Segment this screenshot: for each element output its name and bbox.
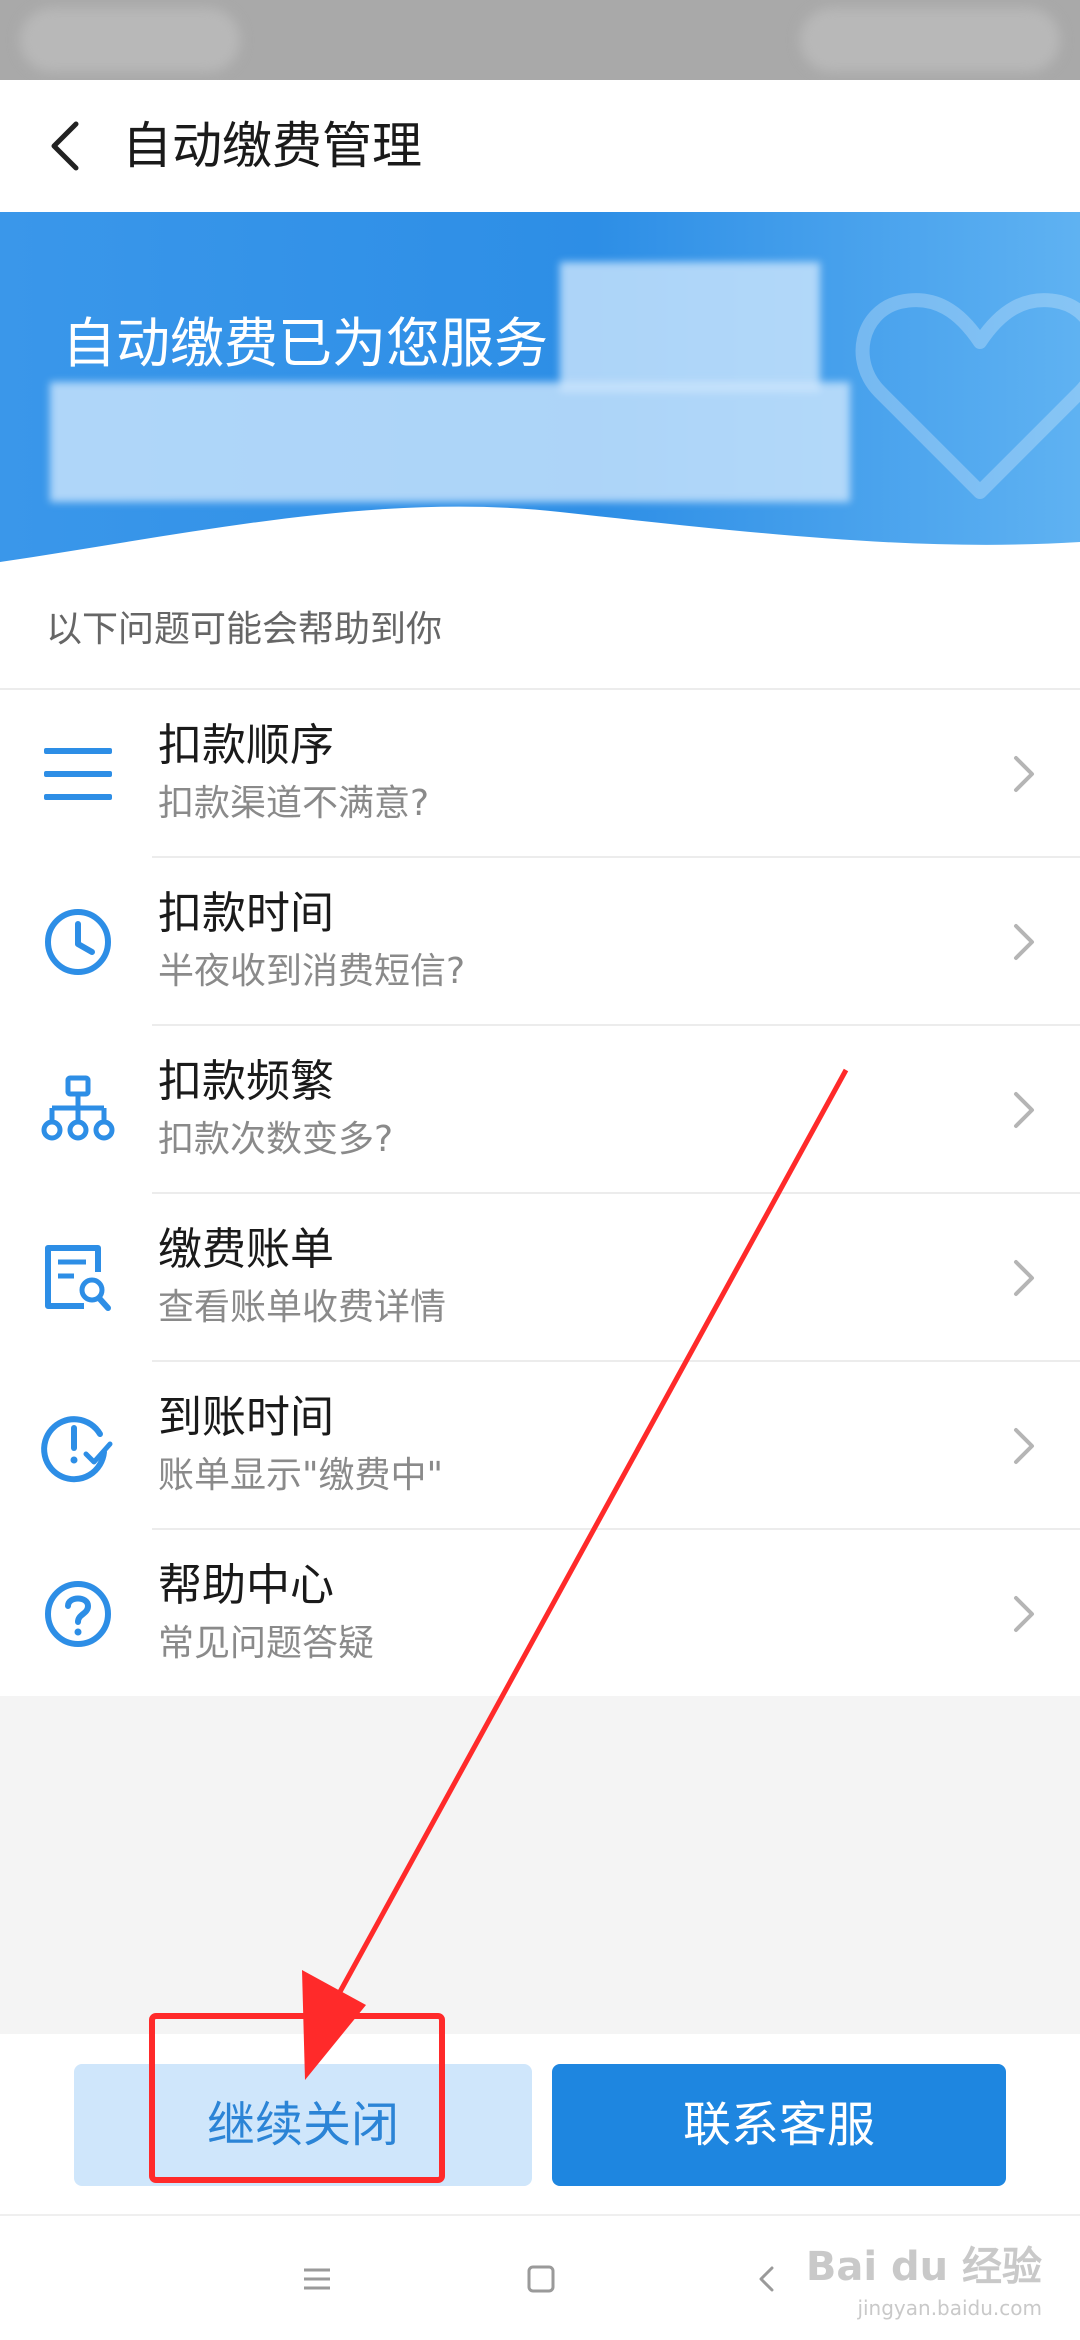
banner-wave xyxy=(0,506,1080,580)
menu-button[interactable] xyxy=(294,2256,340,2302)
list-item-subtitle: 查看账单收费详情 xyxy=(158,1287,447,1328)
question-icon xyxy=(38,1574,118,1654)
content-background xyxy=(0,1696,1080,2034)
page-title: 自动缴费管理 xyxy=(122,117,422,175)
watermark-url: jingyan.baidu.com xyxy=(857,2296,1042,2320)
action-bar: 继续关闭 联系客服 xyxy=(0,2034,1080,2214)
contact-service-button[interactable]: 联系客服 xyxy=(552,2064,1006,2186)
help-list: 扣款顺序 扣款渠道不满意? 扣款时间 半夜收到消费短信? 扣款频繁 扣款次数变多… xyxy=(0,690,1080,1698)
chevron-right-icon xyxy=(996,746,1052,802)
menu-icon xyxy=(304,2268,330,2290)
chevron-left-icon xyxy=(759,2266,774,2292)
service-banner: 自动缴费已为您服务 xyxy=(0,212,1080,580)
list-item-subtitle: 扣款次数变多? xyxy=(158,1119,394,1160)
list-item-deduction-time[interactable]: 扣款时间 半夜收到消费短信? xyxy=(0,858,1080,1026)
watermark-logo: Bai du 经验 xyxy=(805,2244,1042,2290)
list-item-title: 帮助中心 xyxy=(158,1560,334,1611)
chevron-right-icon xyxy=(996,1418,1052,1474)
list-item-arrival-time[interactable]: 到账时间 账单显示"缴费中" xyxy=(0,1362,1080,1530)
list-item-subtitle: 常见问题答疑 xyxy=(158,1623,375,1664)
chevron-left-icon xyxy=(51,121,79,171)
chevron-right-icon xyxy=(996,1586,1052,1642)
bill-search-icon xyxy=(38,1238,118,1318)
list-item-title: 扣款时间 xyxy=(158,888,334,939)
nav-bar: 自动缴费管理 xyxy=(0,80,1080,212)
clock-check-icon xyxy=(38,1406,118,1486)
list-item-payment-bill[interactable]: 缴费账单 查看账单收费详情 xyxy=(0,1194,1080,1362)
list-item-subtitle: 半夜收到消费短信? xyxy=(158,951,466,992)
list-item-title: 缴费账单 xyxy=(158,1224,334,1275)
list-item-deduction-order[interactable]: 扣款顺序 扣款渠道不满意? xyxy=(0,690,1080,858)
list-item-help-center[interactable]: 帮助中心 常见问题答疑 xyxy=(0,1530,1080,1698)
clock-icon xyxy=(38,902,118,982)
chevron-right-icon xyxy=(996,1250,1052,1306)
help-label: 以下问题可能会帮助到你 xyxy=(46,609,443,650)
list-item-subtitle: 扣款渠道不满意? xyxy=(158,783,430,824)
list-item-title: 扣款顺序 xyxy=(158,720,334,771)
status-bar xyxy=(0,0,1080,80)
system-back-button[interactable] xyxy=(744,2256,790,2302)
status-bar-blur xyxy=(800,8,1060,72)
list-item-frequent-deduction[interactable]: 扣款频繁 扣款次数变多? xyxy=(0,1026,1080,1194)
list-item-title: 扣款频繁 xyxy=(158,1056,334,1107)
status-bar-blur xyxy=(20,8,240,72)
back-button[interactable] xyxy=(28,106,108,186)
square-icon xyxy=(527,2265,555,2293)
list-icon xyxy=(38,734,118,814)
list-item-subtitle: 账单显示"缴费中" xyxy=(158,1455,444,1496)
system-nav-bar: Bai du 经验 jingyan.baidu.com xyxy=(0,2214,1080,2340)
chevron-right-icon xyxy=(996,914,1052,970)
hierarchy-icon xyxy=(38,1070,118,1150)
home-button[interactable] xyxy=(518,2256,564,2302)
list-item-title: 到账时间 xyxy=(158,1392,334,1443)
continue-close-button[interactable]: 继续关闭 xyxy=(74,2064,532,2186)
chevron-right-icon xyxy=(996,1082,1052,1138)
